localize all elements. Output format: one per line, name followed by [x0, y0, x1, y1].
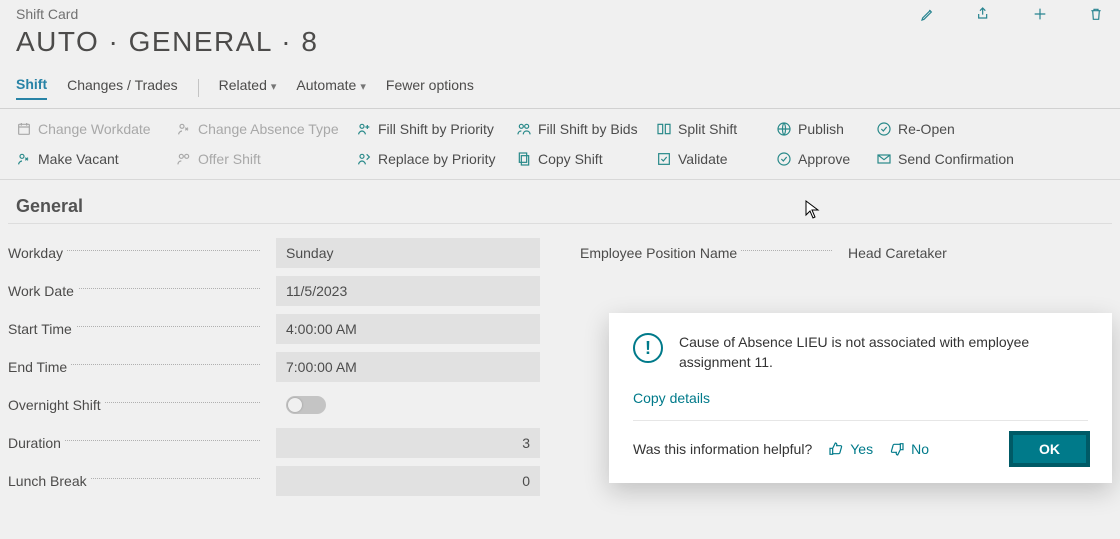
- tab-shift[interactable]: Shift: [16, 76, 47, 100]
- page-title: AUTO · GENERAL · 8: [16, 26, 1104, 58]
- action-send-confirmation[interactable]: Send Confirmation: [876, 151, 1016, 167]
- action-label: Offer Shift: [198, 151, 261, 167]
- field-start-time[interactable]: 4:00:00 AM: [276, 314, 540, 344]
- tab-related[interactable]: Related▾: [219, 77, 277, 99]
- field-work-date[interactable]: 11/5/2023: [276, 276, 540, 306]
- share-icon[interactable]: [976, 6, 992, 25]
- action-offer-shift[interactable]: Offer Shift: [176, 151, 356, 167]
- action-label: Re-Open: [898, 121, 955, 137]
- chevron-down-icon: ▾: [271, 81, 277, 93]
- feedback-no-label: No: [911, 441, 929, 457]
- tab-automate[interactable]: Automate▾: [296, 77, 365, 99]
- label-start-time: Start Time: [8, 321, 268, 337]
- action-approve[interactable]: Approve: [776, 151, 876, 167]
- field-employee-position-name: Head Caretaker: [848, 238, 1112, 268]
- field-overnight-shift[interactable]: [276, 390, 540, 420]
- field-workday[interactable]: Sunday: [276, 238, 540, 268]
- feedback-yes-label: Yes: [850, 441, 873, 457]
- action-make-vacant[interactable]: Make Vacant: [16, 151, 176, 167]
- copy-details-link[interactable]: Copy details: [633, 390, 1088, 406]
- ok-button[interactable]: OK: [1011, 433, 1088, 465]
- trash-icon[interactable]: [1088, 6, 1104, 25]
- action-label: Replace by Priority: [378, 151, 496, 167]
- action-reopen[interactable]: Re-Open: [876, 121, 1016, 137]
- action-copy-shift[interactable]: Copy Shift: [516, 151, 656, 167]
- label-workday: Workday: [8, 245, 268, 261]
- label-lunch-break: Lunch Break: [8, 473, 268, 489]
- action-fill-shift-priority[interactable]: Fill Shift by Priority: [356, 121, 516, 137]
- action-label: Validate: [678, 151, 728, 167]
- action-label: Split Shift: [678, 121, 737, 137]
- action-replace-by-priority[interactable]: Replace by Priority: [356, 151, 516, 167]
- field-duration[interactable]: 3: [276, 428, 540, 458]
- helpful-label: Was this information helpful?: [633, 441, 812, 457]
- action-label: Send Confirmation: [898, 151, 1014, 167]
- plus-icon[interactable]: [1032, 6, 1048, 25]
- tab-changes-trades[interactable]: Changes / Trades: [67, 77, 178, 99]
- separator: [198, 79, 199, 97]
- field-end-time[interactable]: 7:00:00 AM: [276, 352, 540, 382]
- action-change-absence-type[interactable]: Change Absence Type: [176, 121, 356, 137]
- action-label: Copy Shift: [538, 151, 603, 167]
- label-employee-position-name: Employee Position Name: [580, 245, 840, 261]
- divider: [633, 420, 1088, 421]
- label-overnight-shift: Overnight Shift: [8, 397, 268, 413]
- feedback-yes[interactable]: Yes: [828, 441, 873, 457]
- action-label: Fill Shift by Bids: [538, 121, 638, 137]
- action-validate[interactable]: Validate: [656, 151, 776, 167]
- label-end-time: End Time: [8, 359, 268, 375]
- section-header-general: General: [8, 180, 1112, 224]
- action-label: Approve: [798, 151, 850, 167]
- action-label: Make Vacant: [38, 151, 119, 167]
- edit-icon[interactable]: [920, 6, 936, 25]
- label-work-date: Work Date: [8, 283, 268, 299]
- action-fill-shift-bids[interactable]: Fill Shift by Bids: [516, 121, 656, 137]
- tab-fewer-options[interactable]: Fewer options: [386, 77, 474, 99]
- action-label: Change Absence Type: [198, 121, 339, 137]
- action-change-workdate[interactable]: Change Workdate: [16, 121, 176, 137]
- label-duration: Duration: [8, 435, 268, 451]
- action-split-shift[interactable]: Split Shift: [656, 121, 776, 137]
- error-dialog: ! Cause of Absence LIEU is not associate…: [609, 313, 1112, 483]
- feedback-no[interactable]: No: [889, 441, 929, 457]
- action-label: Change Workdate: [38, 121, 151, 137]
- toggle-off-icon[interactable]: [286, 396, 326, 414]
- action-label: Publish: [798, 121, 844, 137]
- action-label: Fill Shift by Priority: [378, 121, 494, 137]
- chevron-down-icon: ▾: [360, 81, 366, 93]
- field-lunch-break[interactable]: 0: [276, 466, 540, 496]
- dialog-message: Cause of Absence LIEU is not associated …: [679, 333, 1088, 372]
- action-publish[interactable]: Publish: [776, 121, 876, 137]
- info-icon: !: [633, 333, 663, 363]
